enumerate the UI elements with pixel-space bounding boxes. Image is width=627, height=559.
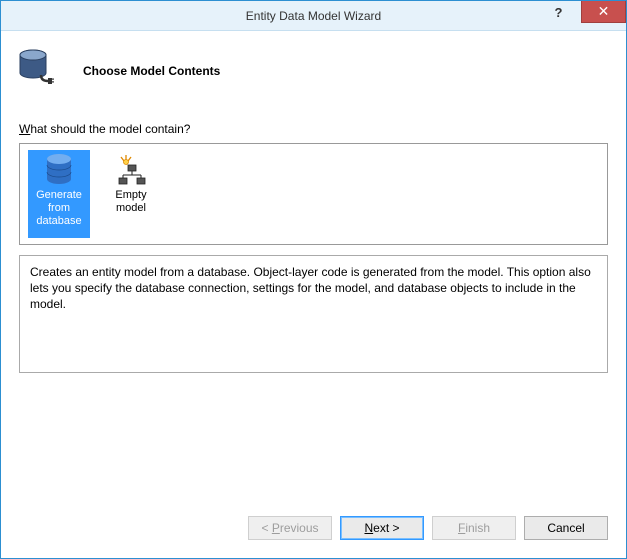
wizard-window: Entity Data Model Wizard ? ✕ Choose Mode… bbox=[0, 0, 627, 559]
titlebar: Entity Data Model Wizard ? ✕ bbox=[1, 1, 626, 31]
finish-button[interactable]: Finish bbox=[432, 516, 516, 540]
cancel-button[interactable]: Cancel bbox=[524, 516, 608, 540]
database-wizard-icon bbox=[15, 45, 63, 96]
model-options-box: Generate from database bbox=[19, 143, 608, 245]
database-icon bbox=[43, 152, 75, 188]
wizard-step-title: Choose Model Contents bbox=[83, 64, 220, 78]
close-button[interactable]: ✕ bbox=[581, 1, 626, 23]
next-button[interactable]: Next > bbox=[340, 516, 424, 540]
empty-model-icon bbox=[114, 152, 148, 188]
prompt-label: What should the model contain? bbox=[19, 122, 608, 136]
option-label: Generate from database bbox=[28, 189, 90, 228]
wizard-footer: < Previous Next > Finish Cancel bbox=[1, 504, 626, 558]
option-label: Empty model bbox=[100, 189, 162, 215]
option-generate-from-database[interactable]: Generate from database bbox=[28, 150, 90, 238]
help-button[interactable]: ? bbox=[536, 1, 581, 23]
option-empty-model[interactable]: Empty model bbox=[100, 150, 162, 238]
wizard-header: Choose Model Contents bbox=[1, 31, 626, 122]
titlebar-controls: ? ✕ bbox=[536, 1, 626, 30]
option-description: Creates an entity model from a database.… bbox=[19, 255, 608, 373]
content-area: What should the model contain? Generate … bbox=[1, 122, 626, 504]
previous-button[interactable]: < Previous bbox=[248, 516, 332, 540]
window-title: Entity Data Model Wizard bbox=[1, 9, 626, 23]
